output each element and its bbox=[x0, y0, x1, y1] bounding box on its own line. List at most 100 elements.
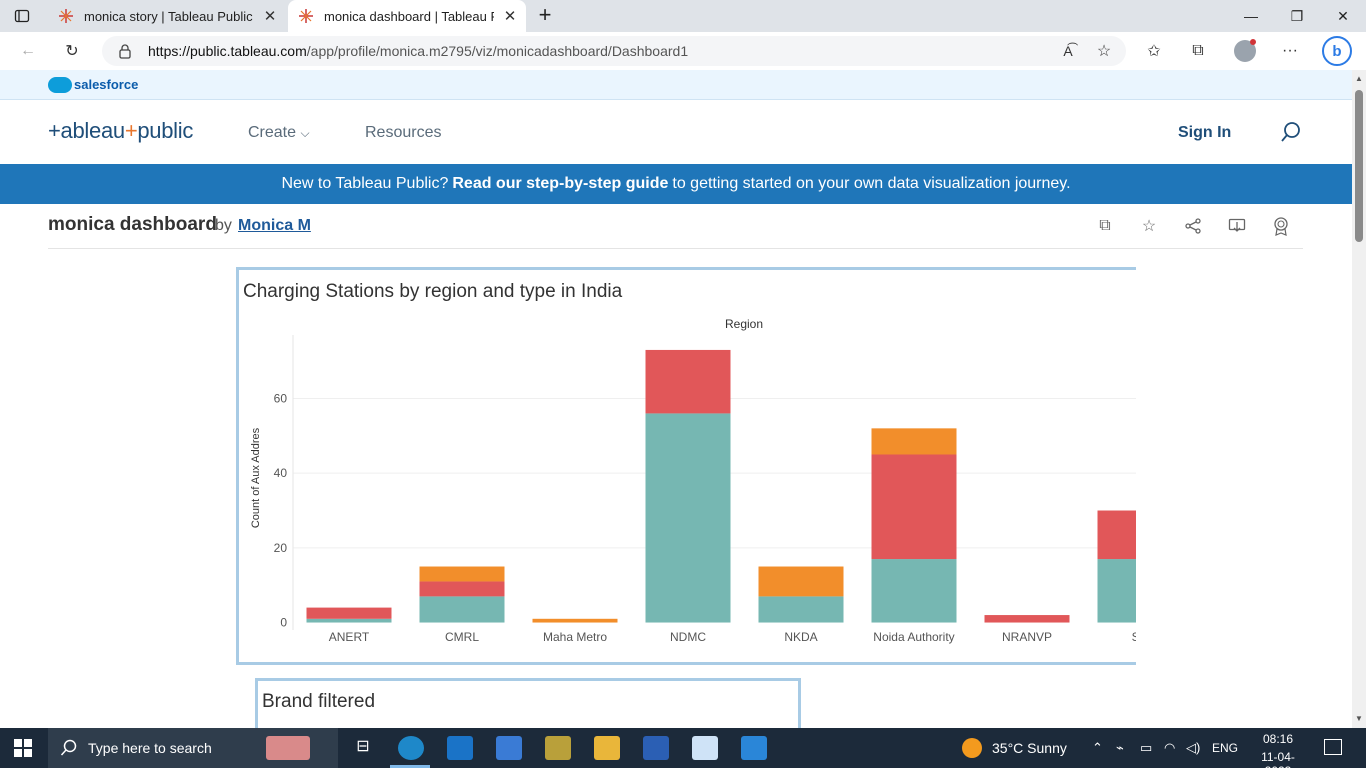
new-tab-icon[interactable]: + bbox=[534, 4, 556, 28]
refresh-icon[interactable]: ↻ bbox=[58, 40, 86, 62]
tableau-favicon-icon bbox=[59, 9, 73, 23]
bar-chart[interactable]: 0 20 40 60 ANERT CMRL Maha Metro NDMC NKDA Noida … bbox=[239, 330, 1136, 650]
lock-icon[interactable] bbox=[116, 42, 134, 60]
read-aloud-icon[interactable]: A͡ bbox=[1054, 40, 1082, 62]
mail-taskbar-icon[interactable] bbox=[447, 736, 473, 760]
edge-taskbar-icon[interactable] bbox=[398, 736, 424, 760]
tableau-taskbar-icon[interactable] bbox=[692, 736, 718, 760]
search-highlight-image bbox=[266, 736, 310, 760]
tab-title: monica dashboard | Tableau Publ bbox=[324, 8, 494, 24]
scrollbar-thumb[interactable] bbox=[1355, 90, 1363, 242]
share-icon[interactable] bbox=[1182, 215, 1204, 237]
download-icon[interactable] bbox=[1226, 215, 1248, 237]
game-taskbar-icon[interactable] bbox=[545, 736, 571, 760]
store-taskbar-icon[interactable] bbox=[496, 736, 522, 760]
bar-segment[interactable] bbox=[758, 596, 844, 623]
volume-icon[interactable]: ◁) bbox=[1186, 740, 1200, 756]
bar-segment[interactable] bbox=[1097, 559, 1137, 623]
close-window-icon[interactable]: ✕ bbox=[1320, 0, 1366, 32]
x-tick-label: NDMC bbox=[670, 630, 706, 644]
language-indicator[interactable]: ENG bbox=[1212, 741, 1238, 755]
photos-taskbar-icon[interactable] bbox=[741, 736, 767, 760]
scroll-down-icon[interactable]: ▼ bbox=[1355, 714, 1363, 723]
tab-actions-icon[interactable] bbox=[12, 6, 32, 26]
network-icon[interactable]: ⌁ bbox=[1116, 740, 1124, 756]
bar-segment[interactable] bbox=[306, 607, 392, 619]
x-tick-label: Maha Metro bbox=[543, 630, 607, 644]
tab-title: monica story | Tableau Public bbox=[84, 8, 253, 24]
search-icon[interactable] bbox=[1279, 120, 1303, 144]
clock-date[interactable]: 11-04-2023 bbox=[1250, 750, 1306, 778]
word-taskbar-icon[interactable] bbox=[643, 736, 669, 760]
award-icon[interactable] bbox=[1270, 215, 1292, 237]
x-tick-label: NKDA bbox=[784, 630, 817, 644]
url-text[interactable]: https://public.tableau.com/app/profile/m… bbox=[148, 43, 688, 59]
chevron-down-icon: ⌵ bbox=[300, 126, 310, 140]
nav-resources[interactable]: Resources bbox=[365, 124, 441, 142]
wifi-icon[interactable]: ◠ bbox=[1164, 740, 1175, 756]
chart-title: Charging Stations by region and type in … bbox=[243, 281, 623, 302]
back-icon[interactable]: ← bbox=[14, 40, 42, 62]
author-link[interactable]: Monica M bbox=[238, 217, 311, 235]
bar-segment[interactable] bbox=[645, 349, 731, 414]
bar-segment[interactable] bbox=[419, 596, 505, 623]
bar-segment[interactable] bbox=[306, 618, 392, 623]
banner-text: New to Tableau Public? bbox=[281, 175, 449, 192]
guide-link[interactable]: Read our step-by-step guide bbox=[452, 175, 668, 193]
scroll-up-icon[interactable]: ▲ bbox=[1355, 74, 1363, 83]
notifications-icon[interactable] bbox=[1324, 739, 1342, 755]
profile-badge bbox=[1250, 39, 1256, 45]
y-tick-label: 60 bbox=[274, 391, 288, 405]
banner-text: to getting started on your own data visu… bbox=[672, 175, 1071, 192]
bar-segment[interactable] bbox=[758, 566, 844, 597]
favorites-icon[interactable]: ✩ bbox=[1140, 40, 1168, 62]
x-tick-label: ANERT bbox=[329, 630, 370, 644]
bar-segment[interactable] bbox=[532, 618, 618, 623]
getting-started-banner: New to Tableau Public? Read our step-by-… bbox=[0, 164, 1352, 204]
copy-icon[interactable]: ⧉ bbox=[1094, 215, 1116, 237]
y-tick-label: 0 bbox=[280, 616, 287, 630]
windows-start-icon[interactable] bbox=[14, 739, 32, 757]
weather-text[interactable]: 35°C Sunny bbox=[992, 740, 1067, 756]
battery-icon[interactable]: ▭ bbox=[1140, 740, 1152, 756]
file-explorer-taskbar-icon[interactable] bbox=[594, 736, 620, 760]
salesforce-logo-icon bbox=[48, 77, 72, 93]
x-tick-label: NRANVP bbox=[1002, 630, 1052, 644]
more-options-icon[interactable]: ··· bbox=[1276, 40, 1304, 62]
viz-by: by bbox=[215, 217, 232, 234]
x-tick-label: SD bbox=[1132, 630, 1136, 644]
bar-segment[interactable] bbox=[419, 566, 505, 582]
bar-segment[interactable] bbox=[871, 454, 957, 560]
bar-segment[interactable] bbox=[871, 428, 957, 455]
close-tab-icon[interactable]: ✕ bbox=[502, 7, 518, 25]
salesforce-bar bbox=[0, 70, 1352, 100]
bar-segment[interactable] bbox=[1097, 510, 1137, 560]
bar-segment[interactable] bbox=[984, 615, 1070, 623]
show-hidden-icons-icon[interactable]: ⌃ bbox=[1092, 740, 1103, 756]
salesforce-label[interactable]: salesforce bbox=[74, 77, 138, 92]
viz-title: monica dashboard bbox=[48, 214, 217, 235]
minimize-window-icon[interactable]: — bbox=[1228, 0, 1274, 32]
collections-icon[interactable]: ⧉ bbox=[1184, 40, 1212, 62]
brand-panel-title: Brand filtered bbox=[262, 691, 376, 712]
browser-tab-monica-dashboard[interactable]: monica dashboard | Tableau Publ ✕ bbox=[288, 0, 526, 32]
bar-segment[interactable] bbox=[871, 559, 957, 623]
bar-segment[interactable] bbox=[419, 581, 505, 597]
nav-create[interactable]: Create ⌵ bbox=[248, 124, 310, 142]
y-tick-label: 40 bbox=[274, 466, 288, 480]
clock-time[interactable]: 08:16 bbox=[1250, 732, 1306, 746]
restore-window-icon[interactable]: ❐ bbox=[1274, 0, 1320, 32]
x-tick-label: Noida Authority bbox=[873, 630, 954, 644]
weather-sun-icon[interactable] bbox=[962, 738, 982, 758]
browser-tab-monica-story[interactable]: monica story | Tableau Public ✕ bbox=[48, 0, 286, 32]
tableau-public-logo[interactable]: +ableau+public bbox=[48, 118, 193, 144]
search-icon bbox=[60, 739, 78, 757]
bar-segment[interactable] bbox=[645, 413, 731, 623]
favorite-star-icon[interactable]: ☆ bbox=[1138, 215, 1160, 237]
sign-in-link[interactable]: Sign In bbox=[1178, 124, 1231, 142]
add-favorite-icon[interactable]: ☆ bbox=[1090, 40, 1118, 62]
task-view-icon[interactable]: ⊟ bbox=[350, 736, 376, 760]
x-tick-label: CMRL bbox=[445, 630, 479, 644]
bing-chat-icon[interactable]: b bbox=[1322, 36, 1352, 66]
close-tab-icon[interactable]: ✕ bbox=[262, 7, 278, 25]
